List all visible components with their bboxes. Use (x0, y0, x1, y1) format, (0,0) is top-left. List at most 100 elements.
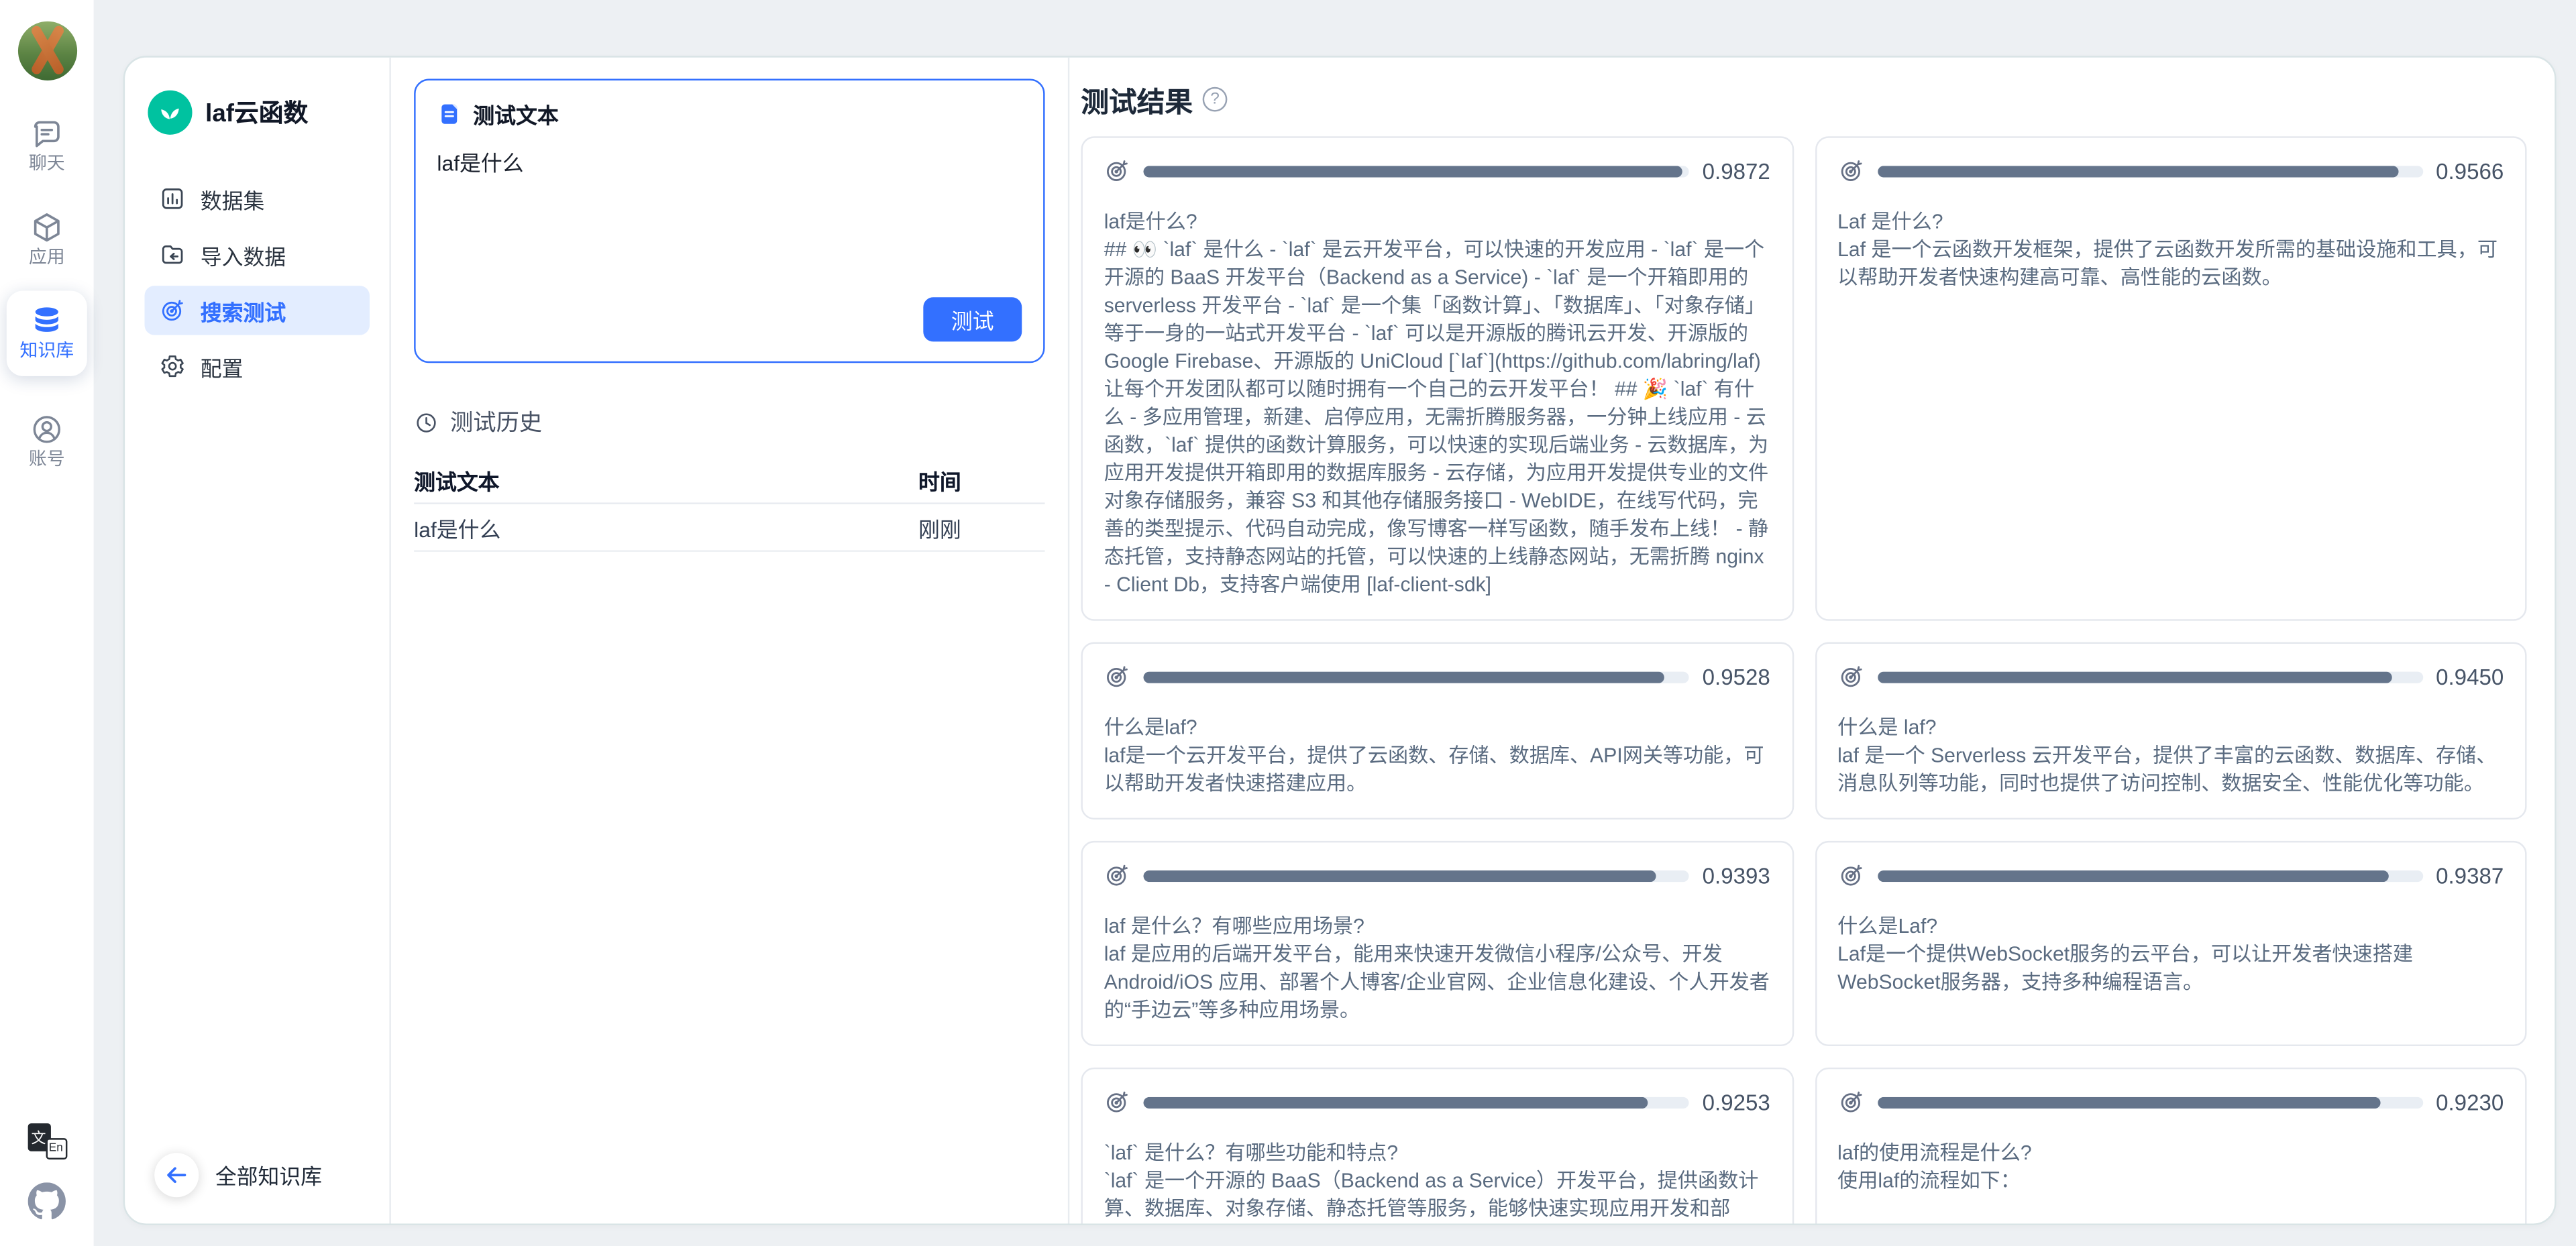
back-label: 全部知识库 (215, 1159, 322, 1191)
user-icon (30, 412, 64, 447)
menu-item-label: 配置 (201, 351, 244, 382)
cube-icon (30, 210, 64, 244)
score-value: 0.9253 (1703, 1090, 1770, 1115)
score-bar (1143, 870, 1689, 881)
result-card: 0.9450 什么是 laf? laf 是一个 Serverless 云开发平台… (1815, 642, 2527, 819)
back-to-all-kb-button[interactable]: 全部知识库 (154, 1153, 322, 1197)
result-answer: `laf` 是一个开源的 BaaS（Backend as a Service）开… (1104, 1168, 1770, 1223)
help-icon[interactable]: ? (1203, 87, 1228, 112)
score-bar (1143, 165, 1689, 176)
rail-item-chat[interactable]: 聊天 (7, 117, 87, 174)
app-root: 聊天 应用 知识库 账号 文 En (0, 0, 2576, 1246)
test-history-header: 测试历史 (414, 406, 1044, 439)
history-row-time: 刚刚 (918, 512, 1045, 543)
score-value: 0.9528 (1703, 665, 1770, 689)
target-icon (1837, 1089, 1864, 1115)
nav-rail: 聊天 应用 知识库 账号 文 En (0, 0, 94, 1246)
score-value: 0.9387 (2436, 863, 2504, 888)
score-bar (1877, 870, 2423, 881)
chat-icon (30, 117, 64, 151)
rail-label: 账号 (29, 451, 65, 469)
score-value: 0.9450 (2436, 665, 2504, 689)
result-answer: laf 是应用的后端开发平台，能用来快速开发微信小程序/公众号、开发 Andro… (1104, 941, 1770, 1025)
result-answer: ## 👀 `laf` 是什么 - `laf` 是云开发平台，可以快速的开发应用 … (1104, 237, 1770, 600)
menu-item-label: 导入数据 (201, 239, 286, 270)
workspace-shell: laf云函数 数据集 导入数据 搜索测试 配置 (123, 56, 2557, 1225)
target-icon (1837, 663, 1864, 689)
results-grid: 0.9872 laf是什么? ## 👀 `laf` 是什么 - `laf` 是云… (1081, 136, 2526, 1223)
result-card: 0.9872 laf是什么? ## 👀 `laf` 是什么 - `laf` 是云… (1081, 136, 1793, 620)
rail-label: 聊天 (29, 156, 65, 174)
score-value: 0.9230 (2436, 1090, 2504, 1115)
target-icon (1104, 663, 1130, 689)
database-icon (30, 304, 64, 338)
score-value: 0.9393 (1703, 863, 1770, 888)
test-history-table: 测试文本 时间 laf是什么 刚刚 (414, 457, 1044, 552)
result-card: 0.9393 laf 是什么？有哪些应用场景? laf 是应用的后端开发平台，能… (1081, 841, 1793, 1046)
menu-item-label: 搜索测试 (201, 295, 286, 327)
import-data-icon (160, 241, 186, 268)
language-switch-icon[interactable]: 文 En (27, 1123, 66, 1159)
result-question: 什么是laf? (1104, 714, 1770, 742)
result-card: 0.9528 什么是laf? laf是一个云开发平台，提供了云函数、存储、数据库… (1081, 642, 1793, 819)
target-icon (160, 297, 186, 323)
test-results-title: 测试结果 (1081, 79, 1193, 120)
history-col-time: 时间 (918, 464, 1045, 496)
menu-item-config[interactable]: 配置 (145, 341, 370, 390)
rail-label: 应用 (29, 249, 65, 268)
rail-label: 知识库 (19, 343, 74, 361)
result-answer: Laf是一个提供WebSocket服务的云平台，可以让开发者快速搭建WebSoc… (1837, 941, 2504, 997)
document-icon (437, 102, 462, 127)
workspace-menu: 数据集 导入数据 搜索测试 配置 (145, 174, 370, 391)
target-icon (1104, 862, 1130, 889)
result-question: 什么是 laf? (1837, 714, 2504, 742)
test-history-title: 测试历史 (450, 406, 542, 439)
result-answer: 使用laf的流程如下： (1837, 1168, 2504, 1196)
github-icon[interactable] (28, 1182, 66, 1220)
rail-item-account[interactable]: 账号 (7, 412, 87, 470)
score-bar (1877, 165, 2423, 176)
menu-item-search-test[interactable]: 搜索测试 (145, 286, 370, 335)
test-results-header: 测试结果 ? (1081, 79, 2526, 120)
result-answer: laf 是一个 Serverless 云开发平台，提供了丰富的云函数、数据库、存… (1837, 742, 2504, 798)
menu-item-import-data[interactable]: 导入数据 (145, 230, 370, 279)
result-question: laf 是什么？有哪些应用场景? (1104, 913, 1770, 942)
score-bar (1143, 671, 1689, 682)
result-card: 0.9566 Laf 是什么? Laf 是一个云函数开发框架，提供了云函数开发所… (1815, 136, 2527, 620)
menu-item-dataset[interactable]: 数据集 (145, 174, 370, 223)
test-text-box: 测试文本 laf是什么 测试 (414, 79, 1044, 363)
test-text-input[interactable]: laf是什么 (437, 146, 1022, 278)
result-answer: laf是一个云开发平台，提供了云函数、存储、数据库、API网关等功能，可以帮助开… (1104, 742, 1770, 798)
rail-item-apps[interactable]: 应用 (7, 210, 87, 268)
rail-bottom: 文 En (27, 1123, 66, 1246)
score-value: 0.9566 (2436, 158, 2504, 183)
dataset-icon (160, 186, 186, 212)
test-results-panel: 测试结果 ? 0.9872 laf是什么? ## 👀 `laf` 是什么 - `… (1069, 58, 2555, 1224)
result-question: `laf` 是什么？有哪些功能和特点? (1104, 1140, 1770, 1168)
result-question: laf是什么? (1104, 209, 1770, 237)
workspace-header: laf云函数 (148, 91, 370, 135)
arrow-left-icon (154, 1153, 199, 1197)
test-button[interactable]: 测试 (923, 297, 1022, 341)
result-question: 什么是Laf? (1837, 913, 2504, 942)
clock-icon (414, 410, 439, 435)
menu-item-label: 数据集 (201, 183, 265, 215)
target-icon (1837, 862, 1864, 889)
gear-icon (160, 353, 186, 380)
result-card: 0.9253 `laf` 是什么？有哪些功能和特点? `laf` 是一个开源的 … (1081, 1068, 1793, 1224)
history-table-header: 测试文本 时间 (414, 457, 1044, 504)
avatar[interactable] (17, 21, 76, 80)
history-col-text: 测试文本 (414, 464, 918, 496)
history-row-text: laf是什么 (414, 512, 918, 543)
rail-item-knowledge-base[interactable]: 知识库 (7, 290, 87, 376)
score-bar (1877, 671, 2423, 682)
result-answer: Laf 是一个云函数开发框架，提供了云函数开发所需的基础设施和工具，可以帮助开发… (1837, 237, 2504, 292)
result-question: laf的使用流程是什么? (1837, 1140, 2504, 1168)
history-row[interactable]: laf是什么 刚刚 (414, 504, 1044, 552)
test-text-label: 测试文本 (473, 99, 558, 130)
result-card: 0.9230 laf的使用流程是什么? 使用laf的流程如下： (1815, 1068, 2527, 1224)
score-bar (1143, 1096, 1689, 1108)
target-icon (1837, 158, 1864, 184)
target-icon (1104, 158, 1130, 184)
workspace-title: laf云函数 (205, 95, 308, 129)
